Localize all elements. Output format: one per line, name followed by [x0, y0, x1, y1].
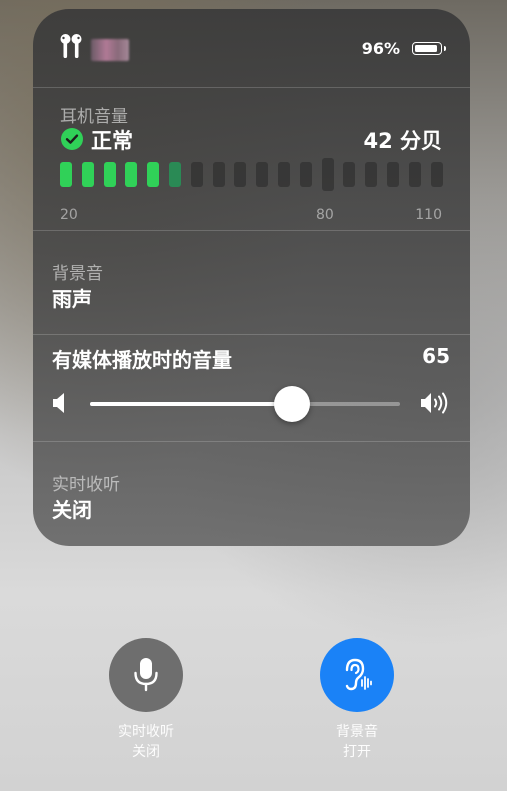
battery-percentage: 96%: [361, 39, 400, 58]
decibel-meter: [60, 158, 444, 191]
live-listen-button[interactable]: [109, 638, 183, 712]
live-listen-row[interactable]: 实时收听 关闭: [33, 442, 470, 546]
meter-threshold-marker: [321, 158, 334, 191]
meter-bar: [365, 162, 378, 187]
device-name-redacted: [91, 39, 129, 61]
divider: [33, 87, 470, 88]
battery-tip: [444, 46, 446, 51]
headphone-level-label: 耳机音量: [60, 107, 128, 127]
slider-fill: [90, 402, 292, 406]
media-volume-slider[interactable]: [90, 385, 400, 423]
battery-fill: [415, 45, 438, 52]
meter-bar: [81, 162, 94, 187]
meter-bar: [408, 162, 421, 187]
live-listen-value: 关闭: [52, 498, 92, 522]
meter-bar: [60, 162, 72, 187]
background-sounds-caption-state: 打开: [343, 744, 371, 760]
meter-scale-max: 110: [415, 207, 442, 223]
meter-bar: [256, 162, 269, 187]
meter-bar: [278, 162, 290, 187]
meter-scale-mid: 80: [316, 207, 334, 223]
meter-bar: [190, 162, 203, 187]
panel-header: 96%: [33, 9, 470, 87]
volume-high-icon: [421, 392, 448, 414]
background-sounds-label: 背景音: [52, 264, 103, 284]
divider: [33, 334, 470, 335]
live-listen-caption: 实时收听 关闭: [86, 722, 206, 762]
ear-icon: [345, 658, 372, 691]
volume-low-icon: [53, 393, 64, 413]
meter-bar: [387, 162, 399, 187]
background-sounds-caption: 背景音 打开: [297, 722, 417, 762]
live-listen-caption-title: 实时收听: [118, 724, 174, 740]
meter-bar: [343, 162, 356, 187]
background-sounds-button[interactable]: [320, 638, 394, 712]
hearing-panel: 96% 耳机音量 正常 42 分贝 20 80 110 背景音 雨声 有媒体播放…: [33, 9, 470, 546]
background-sounds-value: 雨声: [52, 287, 92, 311]
meter-scale-min: 20: [60, 207, 78, 223]
meter-bar: [299, 162, 312, 187]
meter-bar: [125, 162, 138, 187]
slider-thumb[interactable]: [273, 386, 310, 422]
battery-icon: [412, 42, 446, 55]
headphone-db-value: 42 分贝: [363, 129, 442, 153]
meter-bar: [430, 162, 443, 187]
checkmark-icon: [61, 128, 83, 150]
live-listen-label: 实时收听: [52, 475, 120, 495]
meter-bar: [103, 162, 116, 187]
media-volume-value: 65: [422, 344, 450, 368]
background-sounds-row[interactable]: 背景音 雨声: [33, 231, 470, 334]
airpods-icon: [60, 34, 82, 58]
background-sounds-caption-title: 背景音: [336, 724, 378, 740]
live-listen-caption-state: 关闭: [132, 744, 160, 760]
meter-bar: [234, 162, 247, 187]
meter-bar: [212, 162, 225, 187]
microphone-icon: [134, 658, 158, 692]
meter-bar: [147, 162, 160, 187]
meter-bar: [169, 162, 181, 187]
headphone-level-status: 正常: [91, 129, 133, 153]
media-volume-label: 有媒体播放时的音量: [52, 348, 232, 372]
